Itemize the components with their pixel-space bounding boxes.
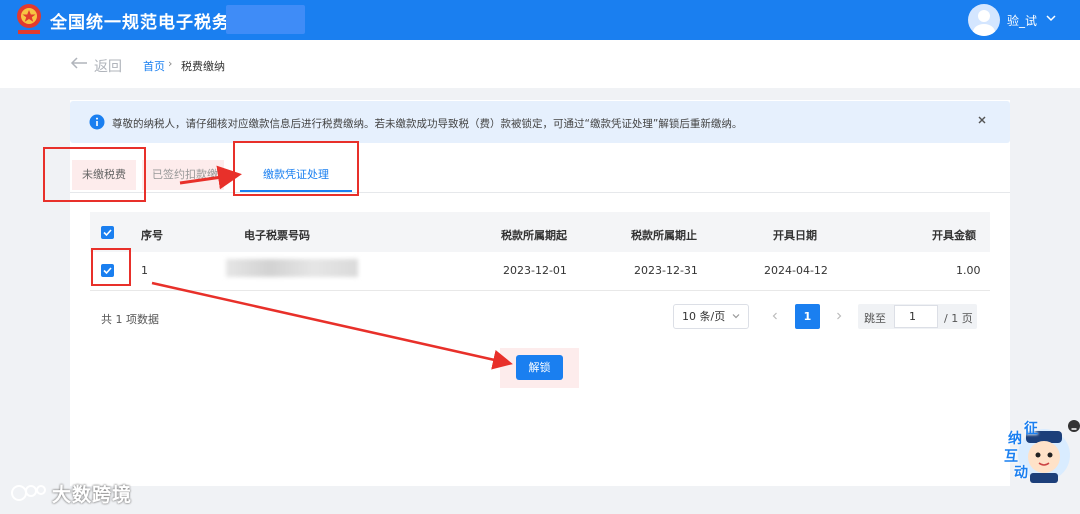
- mascot-close-icon[interactable]: [1068, 420, 1080, 432]
- watermark-logo-icon: [11, 485, 46, 501]
- annotation-arrows: [151, 165, 513, 370]
- mascot-label-char: 征: [1024, 421, 1038, 437]
- watermark-text: 大数跨境: [52, 484, 133, 506]
- mascot-label-char: 动: [1014, 465, 1028, 481]
- mascot-label-char: 纳: [1008, 431, 1022, 447]
